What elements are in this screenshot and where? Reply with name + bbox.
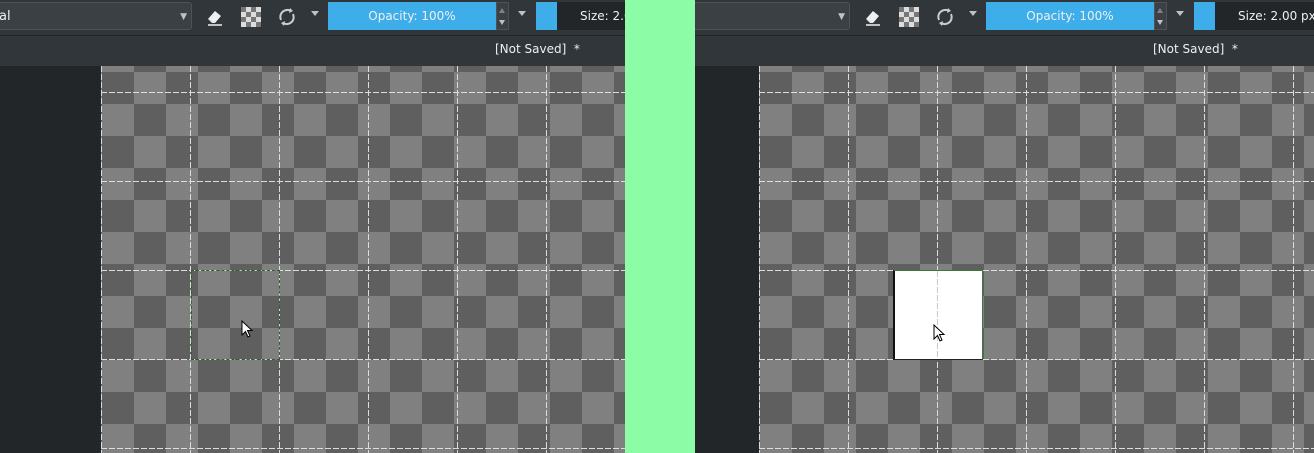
- preset-dropdown-arrow[interactable]: [311, 11, 319, 16]
- blend-mode-combo[interactable]: al ▼: [0, 2, 192, 30]
- eraser-icon[interactable]: [862, 6, 884, 28]
- selection-marquee: [191, 270, 280, 360]
- document-title: [Not Saved] *: [1153, 42, 1238, 56]
- opacity-dropdown-arrow[interactable]: [1176, 11, 1184, 16]
- blend-mode-combo[interactable]: ▼: [695, 2, 850, 30]
- mouse-cursor-icon: [933, 324, 947, 344]
- document-title-bar: [Not Saved] *: [695, 36, 1314, 66]
- left-dock: [0, 66, 101, 453]
- grid-overlay: [101, 66, 625, 453]
- blend-mode-value: al: [0, 9, 11, 24]
- chevron-down-icon: ▼: [180, 12, 187, 22]
- size-slider-fill[interactable]: [1194, 2, 1215, 30]
- document-title: [Not Saved] *: [495, 42, 580, 56]
- opacity-dropdown-arrow[interactable]: [518, 11, 526, 16]
- chevron-down-icon: ▼: [838, 12, 845, 22]
- eraser-icon[interactable]: [204, 6, 226, 28]
- right-panel: ▼ Opacity: 100% Size: 2.00 px [Not Saved…: [695, 0, 1314, 453]
- size-slider-fill[interactable]: [536, 2, 557, 30]
- opacity-spinner[interactable]: [1154, 2, 1167, 30]
- canvas[interactable]: [101, 66, 625, 453]
- brush-toolbar: al ▼ Opacity: 100% Size: 2.00 px: [0, 0, 625, 36]
- opacity-spinner[interactable]: [496, 2, 509, 30]
- document-title-bar: [Not Saved] *: [0, 36, 625, 66]
- preserve-alpha-icon[interactable]: [240, 6, 262, 28]
- left-panel: al ▼ Opacity: 100% Size: 2.00 px: [0, 0, 625, 453]
- brush-toolbar: ▼ Opacity: 100% Size: 2.00 px: [695, 0, 1314, 36]
- size-slider[interactable]: Size: 2.00 px: [557, 2, 625, 30]
- opacity-slider[interactable]: Opacity: 100%: [986, 2, 1154, 30]
- left-dock: [695, 66, 759, 453]
- size-slider[interactable]: Size: 2.00 px: [1215, 2, 1314, 30]
- opacity-slider[interactable]: Opacity: 100%: [328, 2, 496, 30]
- preserve-alpha-icon[interactable]: [898, 6, 920, 28]
- canvas[interactable]: [759, 66, 1314, 453]
- reload-preset-icon[interactable]: [934, 6, 956, 28]
- reload-preset-icon[interactable]: [276, 6, 298, 28]
- mouse-cursor-icon: [241, 320, 255, 340]
- preset-dropdown-arrow[interactable]: [969, 11, 977, 16]
